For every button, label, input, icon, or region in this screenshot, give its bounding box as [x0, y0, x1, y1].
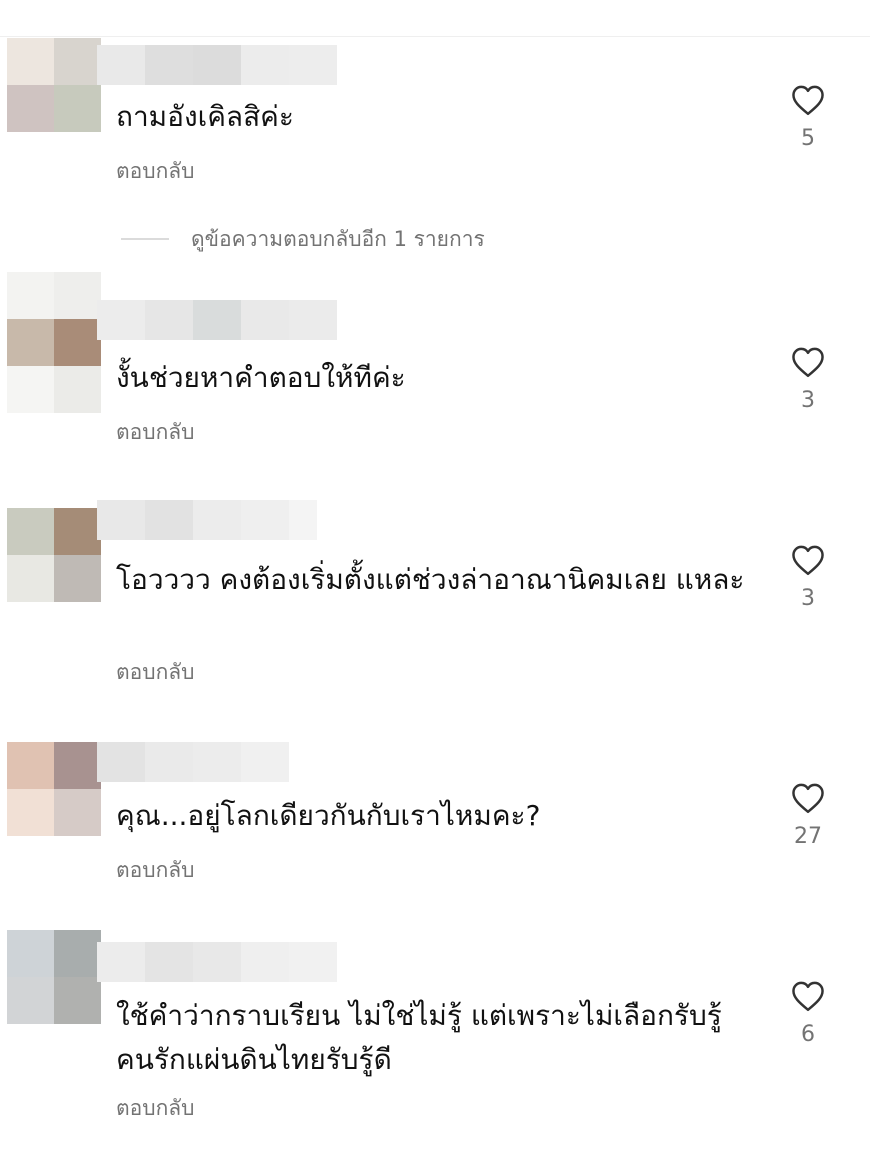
comment-text: งั้นช่วยหาคำตอบให้ทีค่ะ [116, 361, 406, 394]
heart-outline-icon[interactable] [790, 84, 826, 116]
comment-text: คุณ...อยู่โลกเดียวกันกับเราไหมคะ? [116, 799, 541, 832]
avatar[interactable] [7, 272, 101, 413]
username-redacted[interactable] [97, 300, 337, 340]
replies-dash [121, 238, 169, 240]
comment-text: ใช้คำว่ากราบเรียน ไม่ใช่ไม่รู้ แต่เพราะไ… [116, 999, 722, 1076]
comment-text: โอวววว คงต้องเริ่มตั้งแต่ช่วงล่าอาณานิคม… [116, 563, 745, 596]
like-control[interactable]: 6 [782, 980, 834, 1047]
avatar[interactable] [7, 508, 101, 602]
like-count: 6 [801, 1022, 815, 1047]
like-count: 3 [801, 586, 815, 611]
username-redacted[interactable] [97, 500, 317, 540]
avatar[interactable] [7, 38, 101, 132]
username-redacted[interactable] [97, 942, 337, 982]
heart-outline-icon[interactable] [790, 782, 826, 814]
like-control[interactable]: 3 [782, 346, 834, 413]
avatar[interactable] [7, 742, 101, 836]
comment-item: คุณ...อยู่โลกเดียวกันกับเราไหมคะ? ตอบกลั… [0, 700, 870, 900]
reply-button[interactable]: ตอบกลับ [116, 854, 195, 887]
like-count: 5 [801, 126, 815, 151]
heart-outline-icon[interactable] [790, 980, 826, 1012]
like-control[interactable]: 27 [782, 782, 834, 849]
heart-outline-icon[interactable] [790, 346, 826, 378]
reply-button[interactable]: ตอบกลับ [116, 416, 195, 449]
heart-outline-icon[interactable] [790, 544, 826, 576]
username-redacted[interactable] [97, 45, 337, 85]
comment-item: ใช้คำว่ากราบเรียน ไม่ใช่ไม่รู้ แต่เพราะไ… [0, 900, 870, 1159]
like-count: 27 [794, 824, 822, 849]
avatar[interactable] [7, 930, 101, 1024]
reply-button[interactable]: ตอบกลับ [116, 1092, 195, 1125]
comment-text: ถามอังเคิลสิค่ะ [116, 100, 294, 133]
comment-item: โอวววว คงต้องเริ่มตั้งแต่ช่วงล่าอาณานิคม… [0, 460, 870, 700]
view-more-replies-button[interactable]: ดูข้อความตอบกลับอีก 1 รายการ [121, 222, 485, 256]
view-more-replies-label: ดูข้อความตอบกลับอีก 1 รายการ [191, 226, 485, 251]
like-count: 3 [801, 388, 815, 413]
comment-item: ถามอังเคิลสิค่ะ ตอบกลับ 5 [0, 0, 870, 200]
reply-button[interactable]: ตอบกลับ [116, 656, 195, 689]
reply-button[interactable]: ตอบกลับ [116, 155, 195, 188]
comment-item: งั้นช่วยหาคำตอบให้ทีค่ะ ตอบกลับ 3 [0, 260, 870, 470]
like-control[interactable]: 5 [782, 84, 834, 151]
like-control[interactable]: 3 [782, 544, 834, 611]
username-redacted[interactable] [97, 742, 289, 782]
